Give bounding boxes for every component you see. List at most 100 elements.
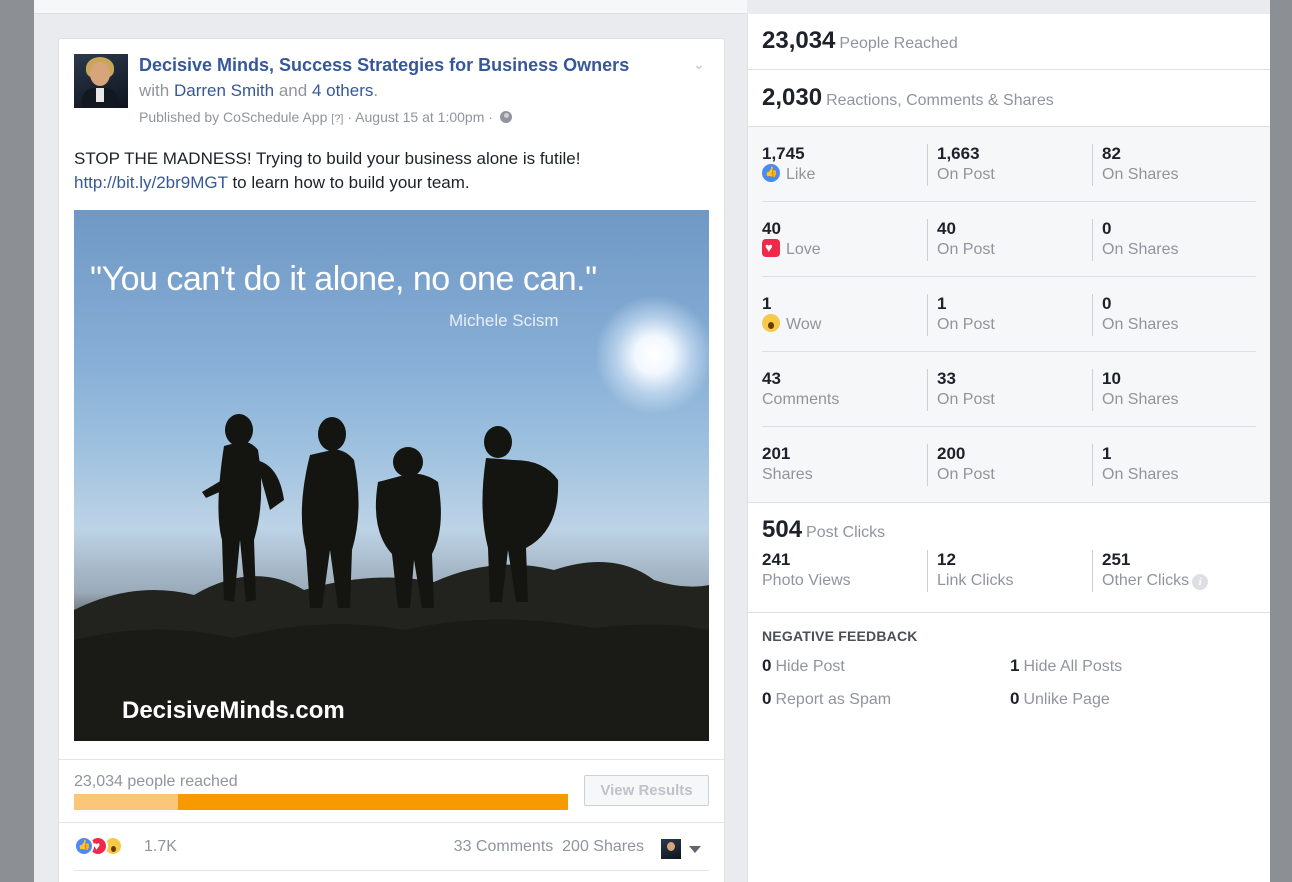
like-icon [762,164,780,182]
post-link[interactable]: http://bit.ly/2br9MGT [74,173,228,192]
wow-icon [762,314,780,332]
engagement-label: Reactions, Comments & Shares [826,92,1054,109]
reaction-icons[interactable] [74,836,144,858]
like-on-shares: 82 [1102,144,1121,163]
photo-quote: "You can't do it alone, no one can." [90,260,597,298]
hide-post-stat: 0 Hide Post [762,656,845,676]
on-post-label: On Post [937,241,995,258]
comments-total: 43 [762,369,781,388]
post-clicks-value: 504 [762,516,803,543]
meta-separator-2: · [488,109,493,125]
photo-views-value: 241 [762,550,791,569]
love-total: 40 [762,219,781,238]
post-footer: 1.7K 33 Comments 200 Shares [59,822,724,871]
reach-section: 23,034 people reached View Results [59,759,724,821]
report-spam-value: 0 [762,689,772,708]
wow-total: 1 [762,294,772,313]
reaction-breakdown: 1,745 Like 1,663 On Post 82 On Shares 40 Lov… [748,127,1270,503]
unlike-page-stat: 0 Unlike Page [1010,689,1110,709]
with-line: with Darren Smith and 4 others. [139,81,378,101]
post-meta: Published by CoSchedule App [?] · August… [139,109,512,125]
hide-all-posts-label: Hide All Posts [1023,658,1123,675]
with-period: . [373,81,379,100]
tagged-others-link[interactable]: 4 others [312,81,373,100]
love-icon [762,239,780,257]
love-on-post: 40 [937,219,956,238]
help-mark[interactable]: [?] [331,113,343,125]
wow-on-shares: 0 [1102,294,1112,313]
on-post-label: On Post [937,316,995,333]
shares-label: Shares [762,466,813,483]
people-reached-value: 23,034 [762,27,836,54]
like-label: Like [786,166,816,183]
on-shares-label: On Shares [1102,316,1179,333]
love-on-shares: 0 [1102,219,1112,238]
hide-all-posts-stat: 1 Hide All Posts [1010,656,1122,676]
caret-down-icon[interactable] [689,846,701,853]
post-date-link[interactable]: August 15 at 1:00pm [355,109,484,125]
reach-bar [74,794,568,810]
post-clicks-label: Post Clicks [806,524,886,541]
on-post-label: On Post [937,466,995,483]
report-spam-stat: 0 Report as Spam [762,689,891,709]
reactions-count[interactable]: 1.7K [144,838,177,856]
on-post-label: On Post [937,166,995,183]
other-clicks-label: Other Clicks [1102,572,1190,589]
on-shares-label: On Shares [1102,166,1179,183]
love-label: Love [786,241,821,258]
on-shares-label: On Shares [1102,241,1179,258]
with-and: and [278,81,308,100]
shares-on-shares: 1 [1102,444,1112,463]
breakdown-row-wow: 1 Wow 1 On Post 0 On Shares [762,277,1256,352]
page-avatar[interactable] [74,54,128,108]
shares-total: 201 [762,444,791,463]
breakdown-row-love: 40 Love 40 On Post 0 On Shares [762,202,1256,277]
info-icon[interactable]: i [1192,574,1209,590]
comments-on-shares: 10 [1102,369,1121,388]
hide-post-label: Hide Post [775,658,845,675]
unlike-page-label: Unlike Page [1023,691,1110,708]
post-insights-modal: Decisive Minds, Success Strategies for B… [34,0,1270,882]
unlike-page-value: 0 [1010,689,1020,708]
actor-avatar[interactable] [661,839,681,859]
like-on-post: 1,663 [937,144,980,163]
comments-count-link[interactable]: 33 Comments [454,838,554,855]
like-icon [74,836,94,856]
other-clicks-value: 251 [1102,550,1131,569]
hide-all-posts-value: 1 [1010,656,1020,675]
breakdown-row-like: 1,745 Like 1,663 On Post 82 On Shares [762,127,1256,202]
like-total: 1,745 [762,144,805,163]
chevron-down-icon[interactable]: ⌄ [693,57,705,71]
on-shares-label: On Shares [1102,466,1179,483]
page-name-link[interactable]: Decisive Minds, Success Strategies for B… [139,55,629,76]
negative-feedback-title: NEGATIVE FEEDBACK [762,628,918,644]
clicks-breakdown: 241 Photo Views 12 Link Clicks 251 Other Cl… [762,550,1256,600]
breakdown-row-shares: 201 Shares 200 On Post 1 On Shares [762,427,1256,502]
with-prefix: with [139,81,170,100]
people-reached-label: People Reached [839,35,958,52]
on-post-label: On Post [937,391,995,408]
modal-top-bar [34,0,747,14]
engagement-row: 2,030 Reactions, Comments & Shares [748,70,1270,127]
link-clicks-value: 12 [937,550,956,569]
wow-label: Wow [786,316,822,333]
post-text-after-link: to learn how to build your team. [232,173,470,192]
engagement-value: 2,030 [762,84,823,111]
reach-label: 23,034 people reached [74,773,238,790]
post-photo[interactable]: "You can't do it alone, no one can." Mic… [74,210,709,741]
comments-label: Comments [762,391,840,408]
photo-author: Michele Scism [449,311,559,330]
shares-count-link[interactable]: 200 Shares [562,838,644,855]
link-clicks-label: Link Clicks [937,572,1014,589]
published-by[interactable]: Published by CoSchedule App [139,109,327,125]
tagged-person-link[interactable]: Darren Smith [174,81,274,100]
on-shares-label: On Shares [1102,391,1179,408]
breakdown-row-comments: 43 Comments 33 On Post 10 On Shares [762,352,1256,427]
view-results-button[interactable]: View Results [584,775,709,806]
photo-views-label: Photo Views [762,572,851,589]
globe-icon[interactable] [499,111,512,123]
comments-shares: 33 Comments 200 Shares [454,838,644,856]
meta-separator-1: · [347,109,353,125]
post-text-line1: STOP THE MADNESS! Trying to build your b… [74,149,581,168]
wow-on-post: 1 [937,294,947,313]
